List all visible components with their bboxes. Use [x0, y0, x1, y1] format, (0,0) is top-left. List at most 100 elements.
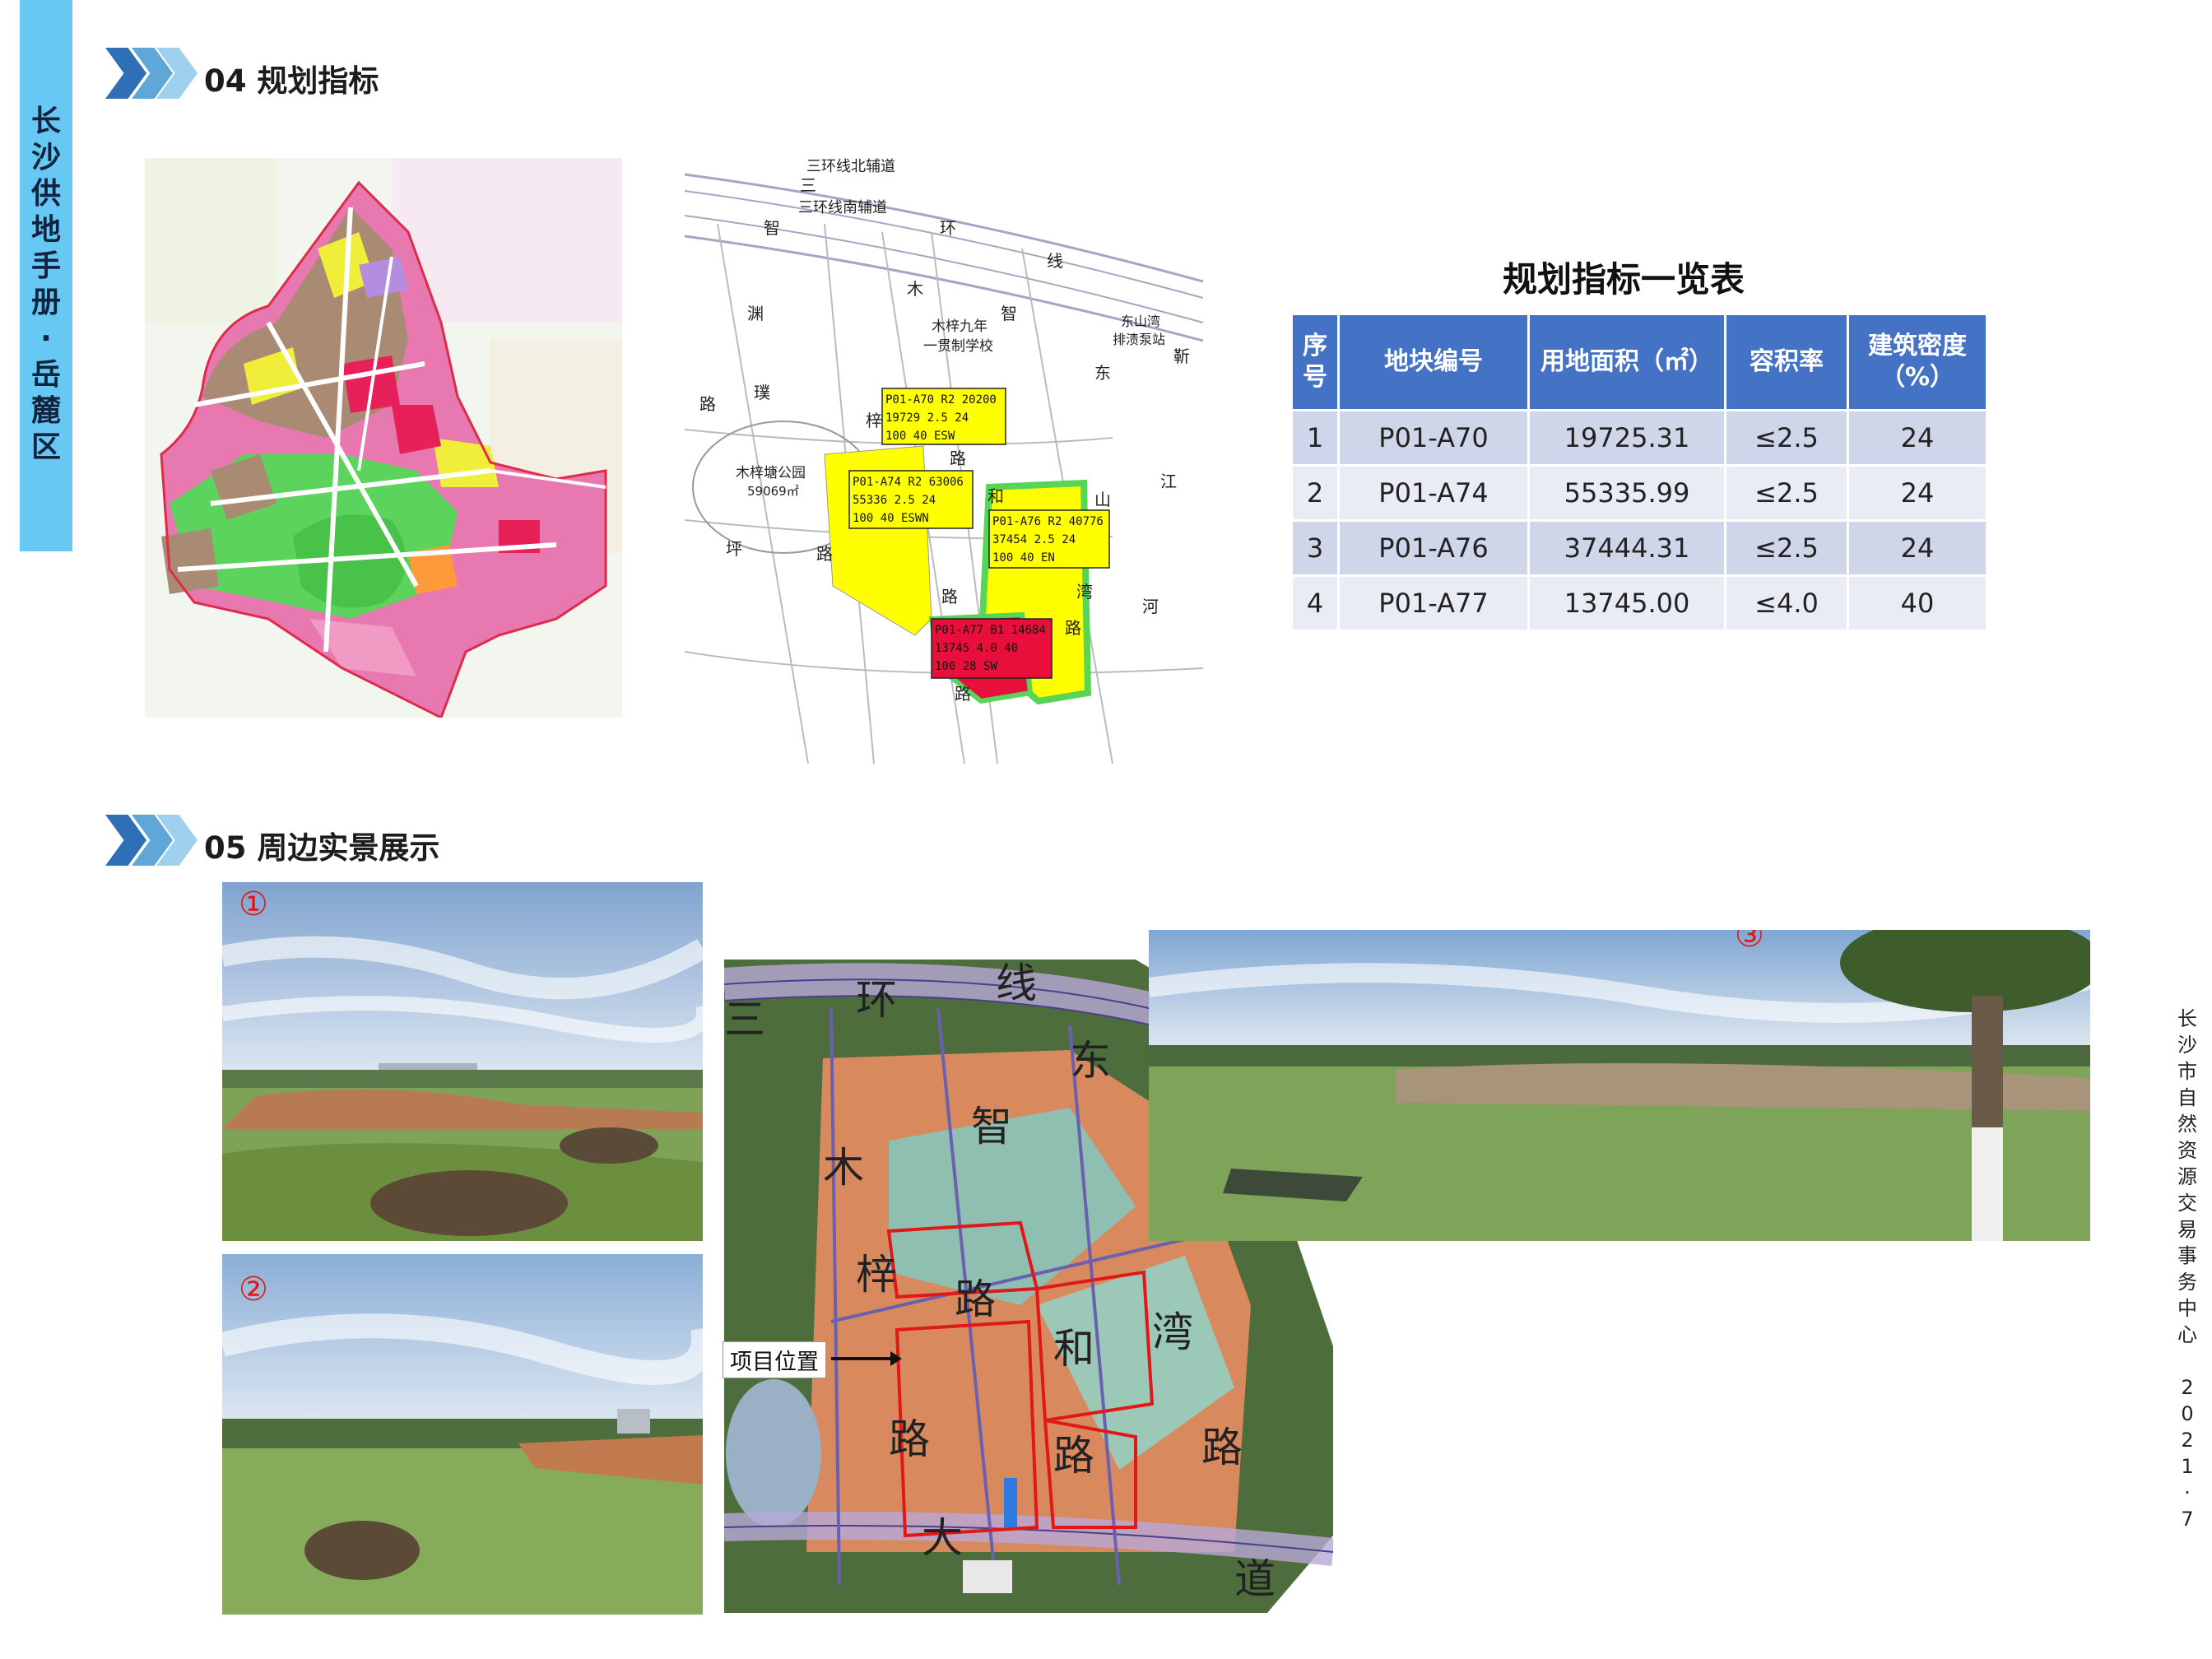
cell-far: ≤4.0 — [1724, 574, 1849, 632]
footer-char: 交 — [2177, 1192, 2197, 1215]
road-char: 河 — [1142, 597, 1159, 616]
aerial-road-char: 东 — [1070, 1037, 1111, 1085]
site-photo-2: ② — [222, 1254, 703, 1615]
project-position-arrow — [831, 1351, 902, 1366]
aerial-road-char: 梓 — [856, 1251, 897, 1299]
footer-date-char: 7 — [2181, 1508, 2194, 1531]
pump-station-label: 排渍泵站 — [1113, 332, 1165, 347]
aerial-road-char: 湾 — [1152, 1308, 1193, 1356]
road-char: 木 — [907, 279, 923, 299]
cell-no: 1 — [1290, 409, 1340, 467]
road-char: 线 — [1047, 251, 1063, 271]
road-char: 和 — [988, 486, 1004, 506]
col-header-far: 容积率 — [1724, 313, 1849, 411]
cell-density: 24 — [1847, 409, 1988, 467]
cell-no: 2 — [1290, 464, 1340, 522]
table-row: 1 P01-A70 19725.31 ≤2.5 24 — [1290, 409, 1988, 467]
cell-area: 55335.99 — [1527, 464, 1726, 522]
footer-char: 资 — [2177, 1139, 2197, 1162]
road-char: 路 — [1065, 618, 1081, 638]
photo-label-1: ① — [239, 885, 268, 923]
cell-no: 3 — [1290, 519, 1340, 577]
pump-station-label: 东山湾 — [1121, 314, 1160, 329]
project-position-label: 项目位置 — [723, 1341, 826, 1378]
footer-char: 易 — [2177, 1218, 2197, 1241]
side-tab-char: 供 — [30, 177, 61, 211]
site-photo-1: ① — [222, 882, 703, 1241]
road-label-north-aux: 三环线北辅道 — [806, 158, 895, 175]
parcel-tag-a74: 55336 2.5 24 — [853, 494, 936, 507]
footer-gap — [2171, 1348, 2204, 1374]
parcel-tag-a76: P01-A76 R2 40776 — [992, 515, 1104, 528]
aerial-road-char: 环 — [856, 976, 897, 1024]
cell-no: 4 — [1290, 574, 1340, 632]
cell-far: ≤2.5 — [1724, 409, 1849, 467]
footer-char: 中 — [2177, 1297, 2197, 1320]
aerial-road-char: 三 — [724, 996, 765, 1043]
road-char: 璞 — [754, 383, 770, 402]
aerial-road-char: 路 — [889, 1415, 930, 1463]
side-tab-char: 区 — [30, 430, 61, 464]
parcel-tag-a74: 100 40 ESWN — [853, 512, 929, 525]
footer-char: 长 — [2177, 1007, 2197, 1030]
photo-label-3: ③ — [1735, 930, 1764, 955]
parcel-tag-a76: 100 40 EN — [992, 551, 1055, 565]
side-tab-char: 岳 — [30, 358, 61, 392]
cell-code: P01-A77 — [1337, 574, 1530, 632]
cell-code: P01-A76 — [1337, 519, 1530, 577]
road-char: 路 — [950, 448, 966, 468]
land-use-plan-svg — [145, 158, 622, 718]
footer-date-char: 1 — [2181, 1455, 2194, 1478]
cell-far: ≤2.5 — [1724, 519, 1849, 577]
footer-char: 事 — [2177, 1244, 2197, 1267]
side-tab-char: 手 — [30, 249, 61, 283]
school-label: 一贯制学校 — [923, 338, 993, 355]
road-char: 坪 — [726, 539, 742, 559]
park-area-label: 59069㎡ — [747, 484, 799, 499]
col-header-area: 用地面积（㎡） — [1527, 313, 1726, 411]
cell-density: 24 — [1847, 464, 1988, 522]
road-char: 路 — [955, 684, 971, 704]
table-row: 3 P01-A76 37444.31 ≤2.5 24 — [1290, 519, 1988, 577]
aerial-road-char: 和 — [1053, 1325, 1094, 1373]
road-char: 山 — [1094, 490, 1111, 509]
parcel-plan-svg: 三环线北辅道 三环线南辅道 三 环 线 智 渊 璞 路 木 梓 路 智 和 路 … — [685, 158, 1203, 764]
footer-char: 沙 — [2177, 1034, 2197, 1057]
road-char: 湾 — [1076, 582, 1093, 602]
cell-far: ≤2.5 — [1724, 464, 1849, 522]
parcel-tag-a74: P01-A74 R2 63006 — [853, 476, 964, 489]
col-header-code: 地块编号 — [1337, 313, 1530, 411]
aerial-road-char: 线 — [996, 960, 1037, 1007]
planning-index-table: 序号 地块编号 用地面积（㎡） 容积率 建筑密度 （%） 1 P01-A70 19… — [1290, 313, 1988, 632]
aerial-road-char: 路 — [955, 1276, 996, 1323]
parcel-tag-a77: 13745 4.0 40 — [935, 642, 1018, 655]
road-char: 三 — [800, 175, 816, 195]
road-char: 渊 — [747, 304, 764, 323]
footer-date-char: 2 — [2181, 1429, 2194, 1452]
land-use-plan-map — [145, 158, 622, 718]
parcel-tag-a76: 37454 2.5 24 — [992, 533, 1076, 546]
road-label-south-aux: 三环线南辅道 — [798, 199, 887, 216]
cell-density: 24 — [1847, 519, 1988, 577]
table-row: 4 P01-A77 13745.00 ≤4.0 40 — [1290, 574, 1988, 632]
parcel-tag-a70: P01-A70 R2 20200 — [885, 393, 997, 407]
road-char: 路 — [941, 587, 958, 606]
parcel-tag-a70: 100 40 ESW — [885, 430, 955, 443]
road-char: 智 — [1001, 304, 1017, 323]
cell-code: P01-A74 — [1337, 464, 1530, 522]
side-tab-char: 麓 — [30, 394, 61, 428]
parcel-tag-a77: P01-A77 B1 14684 — [935, 624, 1046, 637]
footer-date-char: 2 — [2181, 1376, 2194, 1399]
footer-char: 源 — [2177, 1165, 2197, 1188]
footer-char: 然 — [2177, 1113, 2197, 1136]
footer-char: 自 — [2177, 1086, 2197, 1109]
col-header-density: 建筑密度 （%） — [1847, 313, 1988, 411]
section-title: 05 周边实景展示 — [204, 830, 440, 866]
road-char: 江 — [1160, 472, 1177, 491]
road-char: 靳 — [1173, 346, 1190, 366]
table-header-row: 序号 地块编号 用地面积（㎡） 容积率 建筑密度 （%） — [1290, 313, 1988, 411]
site-photo-3-svg — [1149, 930, 2090, 1241]
aerial-road-char: 大 — [922, 1514, 963, 1562]
aerial-road-char: 路 — [1053, 1432, 1094, 1480]
road-char: 东 — [1094, 363, 1111, 383]
